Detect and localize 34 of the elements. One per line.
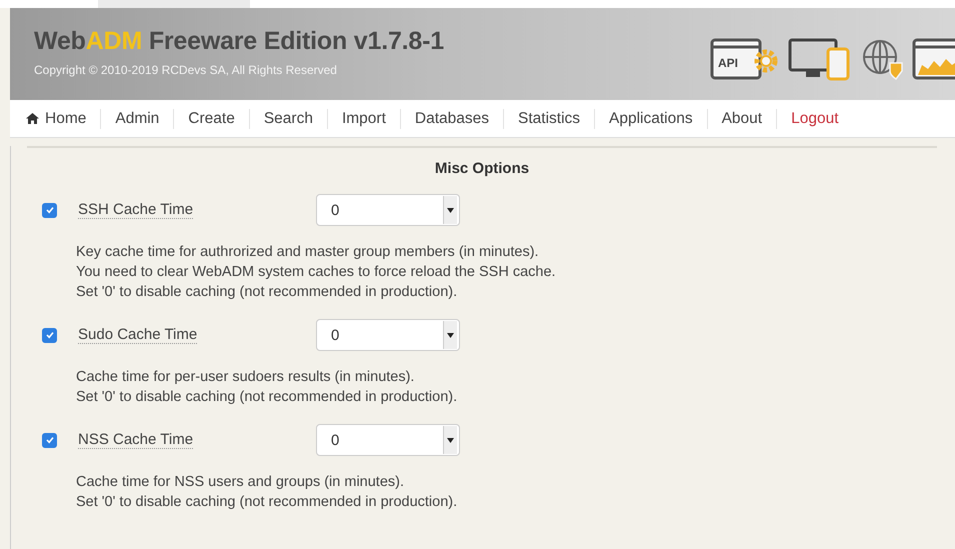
dropdown-arrow-icon xyxy=(447,332,454,338)
option-label: Sudo Cache Time xyxy=(78,326,198,344)
option-label: NSS Cache Time xyxy=(78,431,194,449)
select-field[interactable]: 0 xyxy=(316,319,460,351)
option-description: Cache time for per-user sudoers results (in minutes). Set '0' to disable caching (not recommended in production). xyxy=(76,368,458,407)
section-title: Misc Options xyxy=(434,160,530,177)
checkmark-icon xyxy=(44,330,54,340)
nav-link[interactable]: Statistics xyxy=(504,110,594,128)
nav-link[interactable]: Admin xyxy=(101,110,174,128)
checkbox[interactable] xyxy=(42,432,57,448)
select-field[interactable]: 0 xyxy=(316,424,460,456)
dropdown-arrow-icon xyxy=(447,438,454,442)
dropdown-arrow-icon xyxy=(447,208,454,212)
nav-link[interactable]: About xyxy=(708,110,776,128)
window-chart-icon xyxy=(912,37,955,81)
app-title: WebADM Freeware Edition v1.7.8-1 xyxy=(34,27,444,56)
nav-link[interactable]: Applications xyxy=(595,110,707,128)
checkmark-icon xyxy=(44,205,54,215)
select-field[interactable]: 0 xyxy=(316,194,460,226)
home-icon xyxy=(26,113,39,124)
checkmark-icon xyxy=(44,435,54,445)
option-description: Key cache time for authrorized and master group members (in minutes). You need to clear WebADM system caches to force reload the SSH cache. Set '0' to disable caching (not recommended in production). xyxy=(76,243,557,302)
nav-link[interactable]: Databases xyxy=(400,110,503,128)
nav-link[interactable]: Create xyxy=(174,110,249,128)
logout-link[interactable]: Logout xyxy=(777,110,853,128)
copyright-text: Copyright © 2010-2019 RCDevs SA, All Rights Reserved xyxy=(34,63,338,77)
nav-link[interactable]: Import xyxy=(328,110,400,128)
checkbox[interactable] xyxy=(42,202,57,218)
nav-link[interactable]: Home xyxy=(26,110,100,128)
option-label: SSH Cache Time xyxy=(78,201,194,219)
checkbox[interactable] xyxy=(42,328,57,342)
globe-shield-icon xyxy=(860,37,906,81)
nav-link[interactable]: Search xyxy=(250,110,327,128)
option-description: Cache time for NSS users and groups (in minutes). Set '0' to disable caching (not recommended in production). xyxy=(76,473,458,512)
